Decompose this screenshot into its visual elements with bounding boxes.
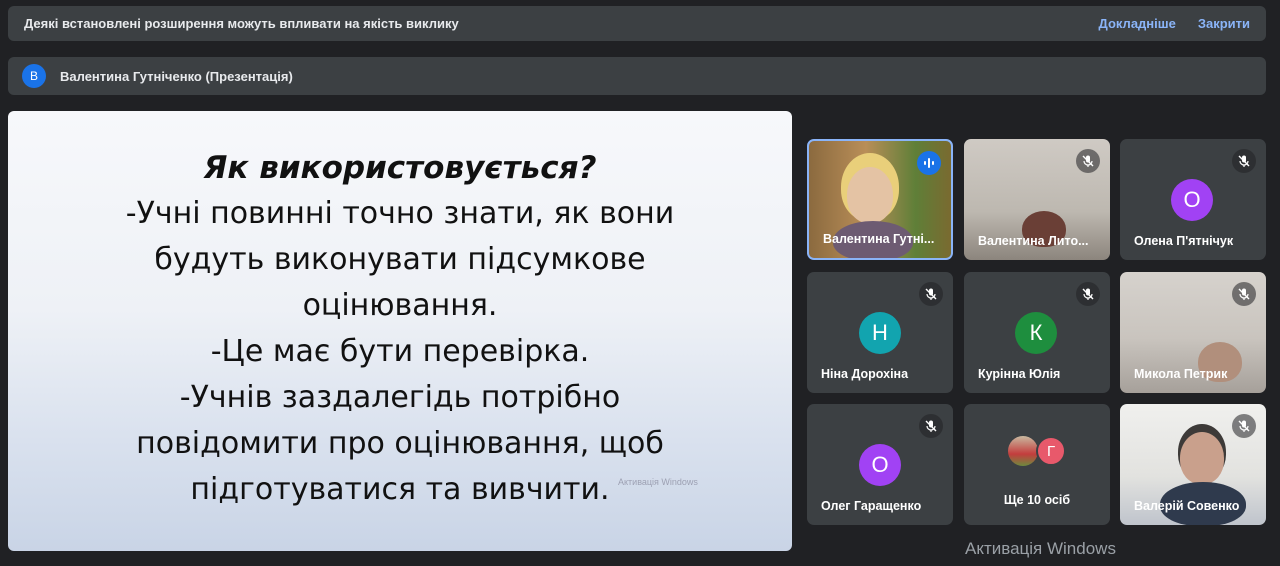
slide-line: оцінювання. — [302, 288, 498, 323]
presentation-slide: Як використовується? -Учні повинні точно… — [8, 111, 792, 551]
participant-avatar: Г — [1036, 436, 1066, 466]
participant-name: Валентина Лито... — [978, 234, 1089, 248]
slide-line: підготуватися та вивчити. — [190, 472, 610, 507]
slide-line: -Учнів заздалегідь потрібно — [179, 380, 621, 415]
participant-avatar: Н — [859, 312, 901, 354]
participant-tile[interactable]: Микола Петрик — [1120, 272, 1266, 393]
close-banner-button[interactable]: Закрити — [1198, 16, 1250, 31]
participant-tile[interactable]: Валентина Гутні... — [807, 139, 953, 260]
speaking-indicator-icon — [917, 151, 941, 175]
participant-avatar: О — [1171, 179, 1213, 221]
participant-tile[interactable]: Валентина Лито... — [964, 139, 1110, 260]
participant-name: Олена П'ятнічук — [1134, 234, 1234, 248]
participant-tile[interactable]: Н Ніна Дорохіна — [807, 272, 953, 393]
slide-activation-watermark: Активація Windows — [618, 477, 698, 487]
slide-line: -Це має бути перевірка. — [210, 334, 590, 369]
participant-video — [1180, 432, 1224, 484]
mic-off-icon — [1232, 414, 1256, 438]
extensions-warning-banner: Деякі встановлені розширення можуть впли… — [8, 6, 1266, 41]
participant-video — [847, 167, 893, 223]
more-participants-label: Ще 10 осіб — [1003, 493, 1071, 507]
mic-off-icon — [1232, 282, 1256, 306]
mic-off-icon — [919, 282, 943, 306]
windows-activation-watermark: Активація Windows — [965, 539, 1116, 558]
participant-avatar: О — [859, 444, 901, 486]
participant-name: Валентина Гутні... — [823, 232, 935, 246]
participant-tile[interactable]: О Олег Гаращенко — [807, 404, 953, 525]
more-participants-avatars: Г — [1008, 436, 1068, 468]
slide-line: -Учні повинні точно знати, як вони — [125, 196, 675, 231]
slide-line: повідомити про оцінювання, щоб — [136, 426, 664, 461]
participant-photo-avatar — [1008, 436, 1038, 466]
slide-title: Як використовується? — [203, 150, 597, 186]
participant-name: Олег Гаращенко — [821, 499, 922, 513]
participant-name: Валерій Совенко — [1134, 499, 1240, 513]
participant-tile[interactable]: Валерій Совенко — [1120, 404, 1266, 525]
participant-tile[interactable]: К Курінна Юлія — [964, 272, 1110, 393]
mic-off-icon — [919, 414, 943, 438]
banner-message: Деякі встановлені розширення можуть впли… — [24, 16, 459, 31]
participant-avatar: К — [1015, 312, 1057, 354]
mic-off-icon — [1076, 282, 1100, 306]
mic-off-icon — [1076, 149, 1100, 173]
slide-line: будуть виконувати підсумкове — [154, 242, 646, 277]
presentation-bar[interactable]: В Валентина Гутніченко (Презентація) — [8, 57, 1266, 95]
presenter-name: Валентина Гутніченко (Презентація) — [60, 68, 293, 84]
participant-name: Курінна Юлія — [978, 367, 1061, 381]
details-link[interactable]: Докладніше — [1099, 16, 1176, 31]
mic-off-icon — [1232, 149, 1256, 173]
participant-name: Ніна Дорохіна — [821, 367, 909, 381]
more-participants-tile[interactable]: Г Ще 10 осіб — [964, 404, 1110, 525]
participant-tile[interactable]: О Олена П'ятнічук — [1120, 139, 1266, 260]
presenter-avatar: В — [22, 64, 46, 88]
participant-name: Микола Петрик — [1134, 367, 1228, 381]
